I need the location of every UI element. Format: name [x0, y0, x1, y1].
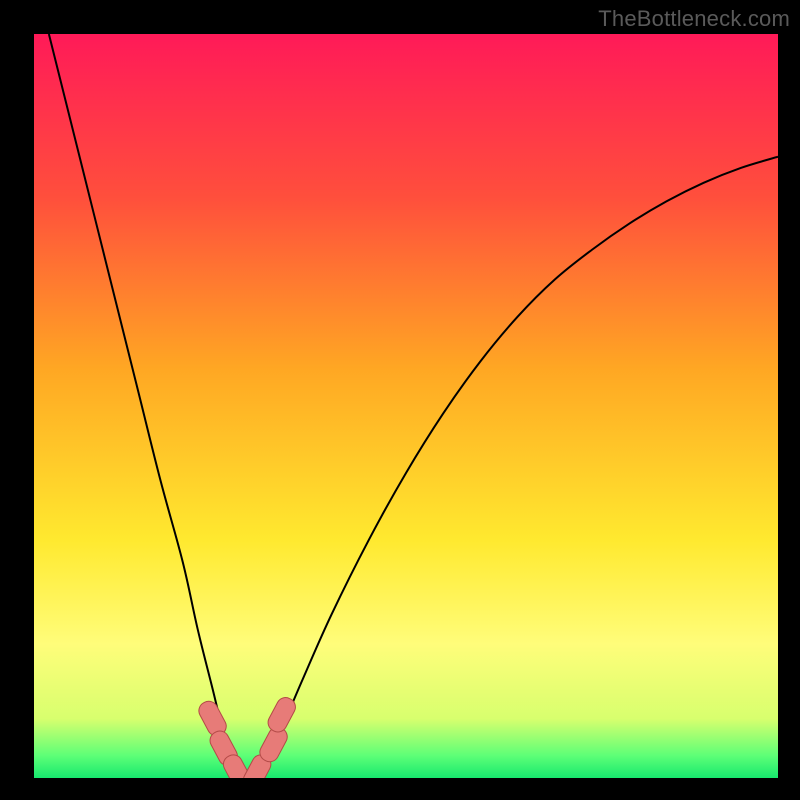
gradient-background [34, 34, 778, 778]
watermark-text: TheBottleneck.com [598, 6, 790, 32]
plot-area [34, 34, 778, 778]
chart-frame: TheBottleneck.com [0, 0, 800, 800]
bottleneck-chart [34, 34, 778, 778]
